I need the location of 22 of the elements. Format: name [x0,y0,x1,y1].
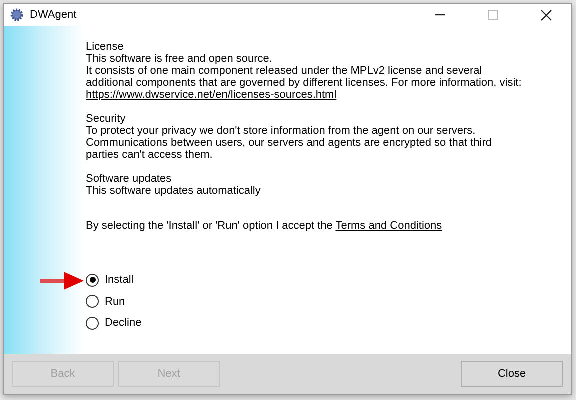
section-text: It consists of one main component released under the MPLv2 license and several additional components that are governed by different licenses. For more information, visit: [86,65,523,89]
section-text: This software updates automatically [86,185,262,197]
option-label[interactable]: Decline [105,317,142,330]
option-label[interactable]: Install [105,274,134,286]
section-heading: Software updates [86,173,173,185]
arrow-icon [40,272,84,290]
footer-button[interactable]: Close [461,361,563,387]
section-heading: License [86,41,125,53]
radio-button[interactable] [86,274,99,287]
radio-button[interactable] [86,316,99,330]
close-icon[interactable] [541,10,552,20]
license-link[interactable]: https://www.dwservice.net/en/licenses-sources.html [86,89,337,101]
window-title: DWAgent [30,9,77,21]
section-heading: Security [86,113,127,125]
gear-icon [10,8,24,22]
section-text: To protect your privacy we don't store information from the agent on our servers. Communications between users, our servers and agents are encrypted so that third parties can't access them. [86,125,493,161]
terms-link[interactable]: Terms and Conditions [336,220,442,232]
radio-button[interactable] [86,295,99,308]
maximize-icon [488,10,498,20]
option-label[interactable]: Run [105,296,126,308]
acceptance-text: By selecting the 'Install' or 'Run' option I accept the Terms and Conditions [86,220,444,232]
section-text: This software is free and open source. [86,53,274,65]
